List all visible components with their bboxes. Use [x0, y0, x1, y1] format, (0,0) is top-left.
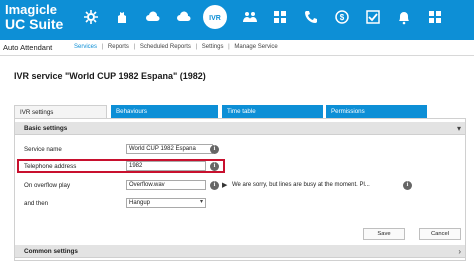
and-then-label: and then: [24, 200, 49, 207]
subnav-separator: |: [133, 44, 136, 50]
info-icon[interactable]: i: [210, 145, 219, 154]
svg-text:IVR: IVR: [209, 15, 221, 22]
sub-nav: Services | Reports | Scheduled Reports |…: [74, 44, 281, 50]
ivr-icon[interactable]: IVR: [203, 5, 227, 29]
subnav-item-scheduled-reports[interactable]: Scheduled Reports: [140, 44, 191, 50]
sub-header: Auto Attendant Services | Reports | Sche…: [0, 40, 474, 56]
tab-time-table[interactable]: Time table: [222, 105, 323, 118]
service-name-label: Service name: [24, 146, 62, 153]
top-bar: Imagicle UC Suite IVR $: [0, 0, 474, 40]
subnav-separator: |: [228, 44, 230, 50]
page-title: IVR service "World CUP 1982 Espana" (198…: [14, 71, 206, 81]
bell-icon[interactable]: [392, 5, 416, 29]
tab-permissions[interactable]: Permissions: [326, 105, 427, 118]
overflow-play-select[interactable]: Overflow.wav: [126, 180, 206, 190]
brand-line1: Imagicle: [5, 2, 58, 17]
info-icon[interactable]: i: [210, 181, 219, 190]
dropdown-arrow-icon: ▾: [199, 199, 203, 205]
cloud-icon[interactable]: [172, 5, 196, 29]
subnav-item-settings[interactable]: Settings: [202, 44, 224, 50]
app-title: Auto Attendant: [3, 43, 53, 52]
gear-icon[interactable]: [79, 5, 103, 29]
overflow-play-label: On overflow play: [24, 182, 71, 189]
hand-icon[interactable]: [110, 5, 134, 29]
subnav-item-services[interactable]: Services: [74, 44, 97, 50]
chevron-down-icon: ▾: [456, 124, 461, 133]
check-icon[interactable]: [361, 5, 385, 29]
grid-icon[interactable]: [268, 5, 292, 29]
overflow-play-value: Overflow.wav: [129, 182, 165, 188]
common-settings-title: Common settings: [24, 248, 78, 255]
info-icon[interactable]: i: [210, 162, 219, 171]
and-then-select[interactable]: Hangup ▾: [126, 198, 206, 208]
subnav-separator: |: [195, 44, 198, 50]
tab-behaviours[interactable]: Behaviours: [111, 105, 218, 118]
tab-bar: IVR settings Behaviours Time table Permi…: [14, 105, 466, 118]
basic-settings-header[interactable]: Basic settings ▾: [15, 122, 465, 135]
cloud-icon[interactable]: [141, 5, 165, 29]
basic-settings-title: Basic settings: [24, 125, 68, 132]
cancel-button[interactable]: Cancel: [419, 228, 461, 240]
subnav-item-manage-service[interactable]: Manage Service: [234, 44, 277, 50]
chevron-right-icon: ›: [458, 247, 461, 256]
service-name-input[interactable]: World CUP 1982 Espana: [126, 144, 213, 154]
settings-panel: Basic settings ▾ Service name World CUP …: [14, 118, 466, 261]
dollar-icon[interactable]: $: [330, 5, 354, 29]
subnav-item-reports[interactable]: Reports: [108, 44, 129, 50]
grid-icon[interactable]: [423, 5, 447, 29]
save-button[interactable]: Save: [363, 228, 405, 240]
info-icon[interactable]: i: [403, 181, 412, 190]
brand-logo[interactable]: Imagicle UC Suite: [5, 2, 63, 32]
overflow-message-text: We are sorry, but lines are busy at the …: [232, 182, 370, 188]
brand-line2: UC Suite: [5, 16, 64, 32]
play-icon[interactable]: ▶: [222, 181, 227, 189]
phone-icon[interactable]: [299, 5, 323, 29]
and-then-value: Hangup: [129, 200, 151, 206]
people-icon[interactable]: [238, 5, 262, 29]
svg-text:$: $: [340, 13, 345, 22]
telephone-address-input[interactable]: 1982: [126, 161, 206, 171]
subnav-separator: |: [101, 44, 104, 50]
telephone-address-label: Telephone address: [24, 163, 77, 170]
common-settings-header[interactable]: Common settings ›: [15, 245, 465, 258]
tab-ivr-settings[interactable]: IVR settings: [14, 105, 107, 118]
